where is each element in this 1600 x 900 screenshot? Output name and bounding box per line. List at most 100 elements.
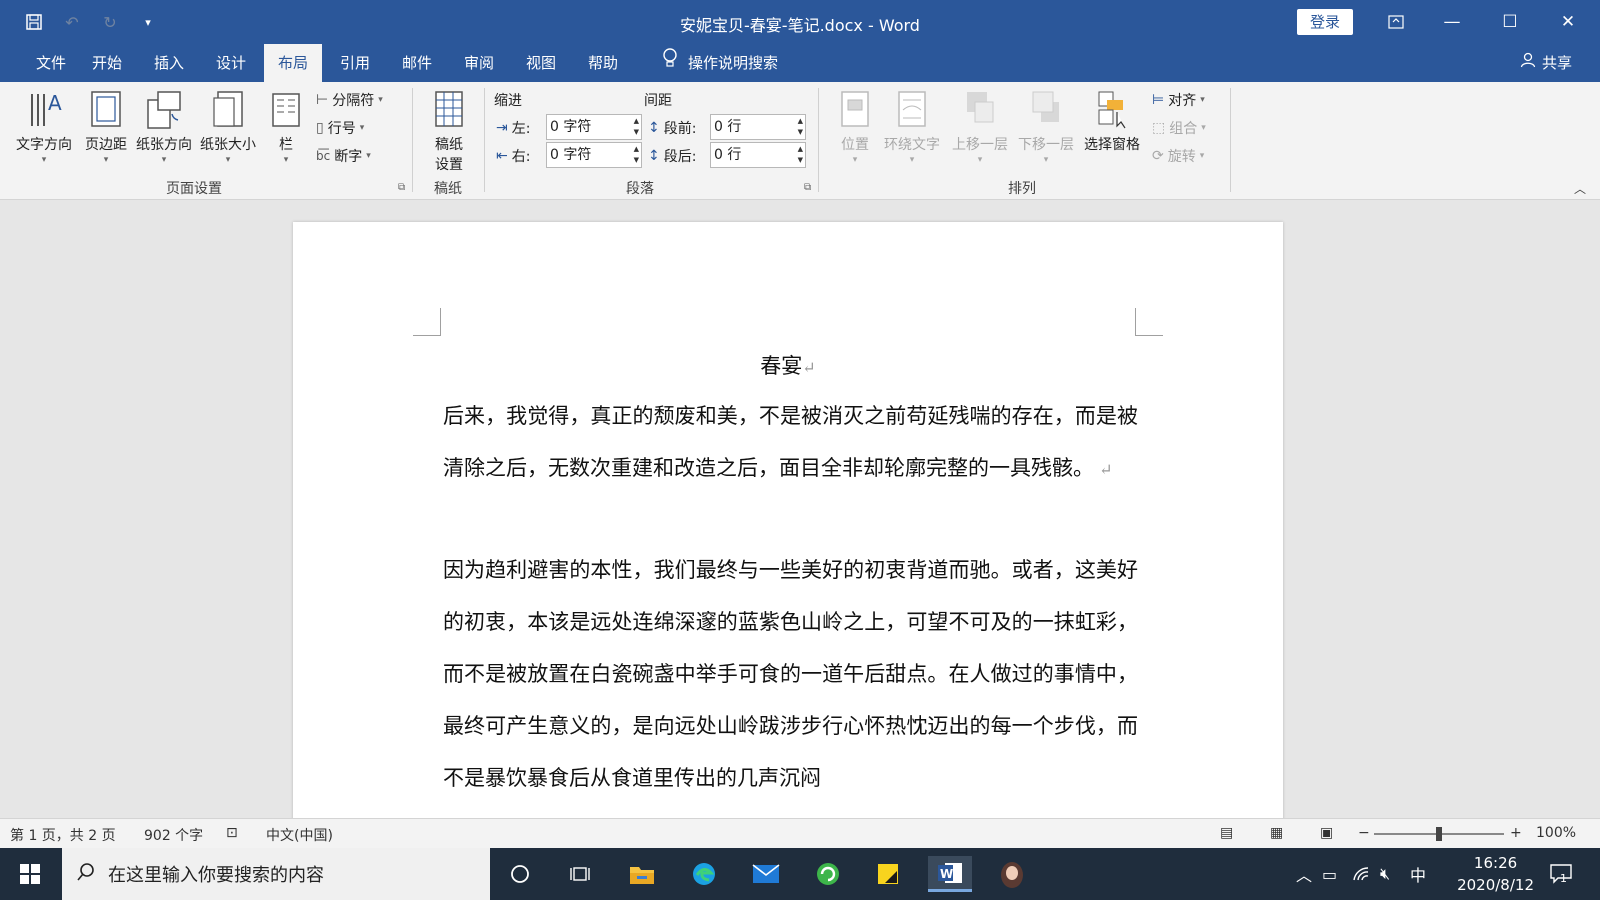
spacing-after-icon: ↕ [648, 148, 660, 164]
tab-design[interactable]: 设计 [202, 44, 260, 82]
align-icon: ⊨ [1152, 92, 1165, 108]
draft-paper-icon [432, 88, 466, 130]
vertical-scrollbar[interactable] [1584, 200, 1600, 818]
lightbulb-icon [662, 44, 678, 82]
bring-forward-button[interactable]: 上移一层 ▾ [948, 88, 1012, 166]
document-area[interactable]: 春宴↵ 后来，我觉得，真正的颓废和美，不是被消灭之前苟延残喘的存在，而是被清除之… [0, 200, 1600, 818]
page-count[interactable]: 第 1 页，共 2 页 [10, 825, 116, 845]
paragraph-text: 后来，我觉得，真正的颓废和美，不是被消灭之前苟延残喘的存在，而是被清除之后，无数… [443, 404, 1138, 480]
minimize-icon[interactable]: — [1424, 0, 1480, 44]
spinner-arrows-icon[interactable]: ▲ ▼ [798, 116, 803, 138]
read-mode-icon[interactable]: ▤ [1220, 825, 1233, 841]
file-explorer-icon[interactable] [620, 856, 664, 892]
maximize-icon[interactable]: ☐ [1482, 0, 1538, 44]
tab-mailings[interactable]: 邮件 [388, 44, 446, 82]
text-direction-button[interactable]: A 文字方向 ▾ [12, 88, 76, 166]
spinner-arrows-icon[interactable]: ▲ ▼ [634, 116, 639, 138]
align-button[interactable]: ⊨ 对齐 ▾ [1152, 90, 1205, 110]
tab-layout[interactable]: 布局 [264, 44, 323, 82]
position-label: 位置 [841, 137, 869, 153]
tab-review[interactable]: 审阅 [450, 44, 508, 82]
tab-help[interactable]: 帮助 [574, 44, 632, 82]
orientation-icon [144, 88, 184, 130]
edge-browser-icon[interactable] [682, 856, 726, 892]
document-heading[interactable]: 春宴↵ [293, 350, 1283, 380]
draft-paper-setup-button[interactable]: 稿纸 设置 [424, 88, 474, 174]
spacing-before-value: 0 行 [714, 119, 742, 135]
windows-start-icon[interactable] [0, 848, 60, 900]
indent-right-label-group: ⇤ 右: [496, 146, 530, 166]
battery-icon[interactable]: ▭ [1322, 848, 1337, 900]
login-button[interactable]: 登录 [1297, 9, 1353, 35]
ime-indicator[interactable]: 中 [1410, 848, 1426, 900]
zoom-level[interactable]: 100% [1536, 825, 1576, 841]
page-setup-launcher-icon[interactable]: ⧉ [398, 182, 405, 193]
tab-home[interactable]: 开始 [78, 44, 136, 82]
tab-view[interactable]: 视图 [512, 44, 570, 82]
page-size-icon [208, 88, 248, 130]
spacing-before-input[interactable]: 0 行 ▲ ▼ [710, 114, 806, 140]
save-icon[interactable] [22, 10, 46, 34]
language-indicator[interactable]: 中文(中国) [266, 825, 333, 845]
close-icon[interactable]: ✕ [1540, 0, 1596, 44]
margins-button[interactable]: 页边距 ▾ [80, 88, 132, 166]
position-button[interactable]: 位置 ▾ [832, 88, 878, 166]
hyphenation-button[interactable]: b͞c 断字 ▾ [316, 146, 371, 166]
spacing-after-input[interactable]: 0 行 ▲ ▼ [710, 142, 806, 168]
search-placeholder: 在这里输入你要搜索的内容 [108, 865, 324, 886]
mail-icon[interactable] [744, 856, 788, 892]
notification-center-icon[interactable]: 1 [1550, 848, 1572, 900]
share-button[interactable]: 共享 [1520, 44, 1572, 82]
sticky-notes-icon[interactable] [866, 856, 910, 892]
breaks-button[interactable]: ⊢ 分隔符 ▾ [316, 90, 383, 110]
tell-me-search[interactable]: 操作说明搜索 [648, 44, 792, 82]
indent-left-input[interactable]: 0 字符 ▲ ▼ [546, 114, 642, 140]
redo-icon[interactable]: ↻ [98, 10, 122, 34]
task-view-icon[interactable] [558, 856, 602, 892]
group-objects-button[interactable]: ⬚ 组合 ▾ [1152, 118, 1206, 138]
orientation-button[interactable]: 纸张方向 ▾ [132, 88, 196, 166]
proofing-icon[interactable]: ⊡ [226, 825, 238, 841]
zoom-slider-thumb[interactable] [1436, 827, 1442, 841]
taskbar-search-box[interactable]: 在这里输入你要搜索的内容 [62, 848, 490, 900]
spinner-arrows-icon[interactable]: ▲ ▼ [798, 144, 803, 166]
document-paragraph[interactable]: 后来，我觉得，真正的颓废和美，不是被消灭之前苟延残喘的存在，而是被清除之后，无数… [443, 390, 1138, 496]
print-layout-icon[interactable]: ▦ [1270, 825, 1283, 841]
undo-icon[interactable]: ↶ [60, 10, 84, 34]
browser-app-icon[interactable] [806, 856, 850, 892]
tab-file[interactable]: 文件 [22, 44, 80, 82]
group-separator [1230, 88, 1231, 192]
word-app-icon[interactable]: W [928, 856, 972, 892]
tray-overflow-icon[interactable]: ︿ [1296, 848, 1312, 900]
columns-button[interactable]: 栏 ▾ [266, 88, 306, 166]
user-avatar-app-icon[interactable] [990, 856, 1034, 892]
text-direction-icon: A [24, 88, 64, 130]
line-numbers-button[interactable]: ▯ 行号 ▾ [316, 118, 364, 138]
rotate-button[interactable]: ⟳ 旋转 ▾ [1152, 146, 1204, 166]
zoom-out-icon[interactable]: − [1358, 825, 1370, 841]
document-paragraph[interactable]: 因为趋利避害的本性，我们最终与一些美好的初衷背道而驰。或者，这美好的初衷，本该是… [443, 544, 1138, 804]
ribbon-display-options-icon[interactable] [1368, 0, 1424, 44]
wifi-icon[interactable] [1352, 848, 1370, 900]
send-backward-button[interactable]: 下移一层 ▾ [1014, 88, 1078, 166]
cortana-icon[interactable] [498, 856, 542, 892]
window-title: 安妮宝贝-春宴-笔记.docx - Word [680, 16, 920, 35]
page-size-button[interactable]: 纸张大小 ▾ [196, 88, 260, 166]
zoom-in-icon[interactable]: + [1510, 825, 1522, 841]
spinner-arrows-icon[interactable]: ▲ ▼ [634, 144, 639, 166]
web-layout-icon[interactable]: ▣ [1320, 825, 1333, 841]
volume-muted-icon[interactable]: 🔇︎ [1380, 848, 1390, 900]
tab-references[interactable]: 引用 [326, 44, 384, 82]
collapse-ribbon-icon[interactable]: ︿ [1574, 180, 1586, 197]
clock[interactable]: 16:26 2020/8/12 [1457, 852, 1534, 896]
breaks-icon: ⊢ [316, 92, 329, 108]
customize-qat-icon[interactable]: ▾ [136, 10, 160, 34]
document-page[interactable]: 春宴↵ 后来，我觉得，真正的颓废和美，不是被消灭之前苟延残喘的存在，而是被清除之… [293, 222, 1283, 818]
wrap-text-button[interactable]: 环绕文字 ▾ [880, 88, 944, 166]
indent-right-input[interactable]: 0 字符 ▲ ▼ [546, 142, 642, 168]
tab-insert[interactable]: 插入 [140, 44, 198, 82]
indent-left-label: 左: [511, 121, 531, 137]
selection-pane-button[interactable]: 选择窗格 [1080, 88, 1144, 154]
word-count[interactable]: 902 个字 [144, 825, 203, 845]
paragraph-launcher-icon[interactable]: ⧉ [804, 182, 811, 193]
